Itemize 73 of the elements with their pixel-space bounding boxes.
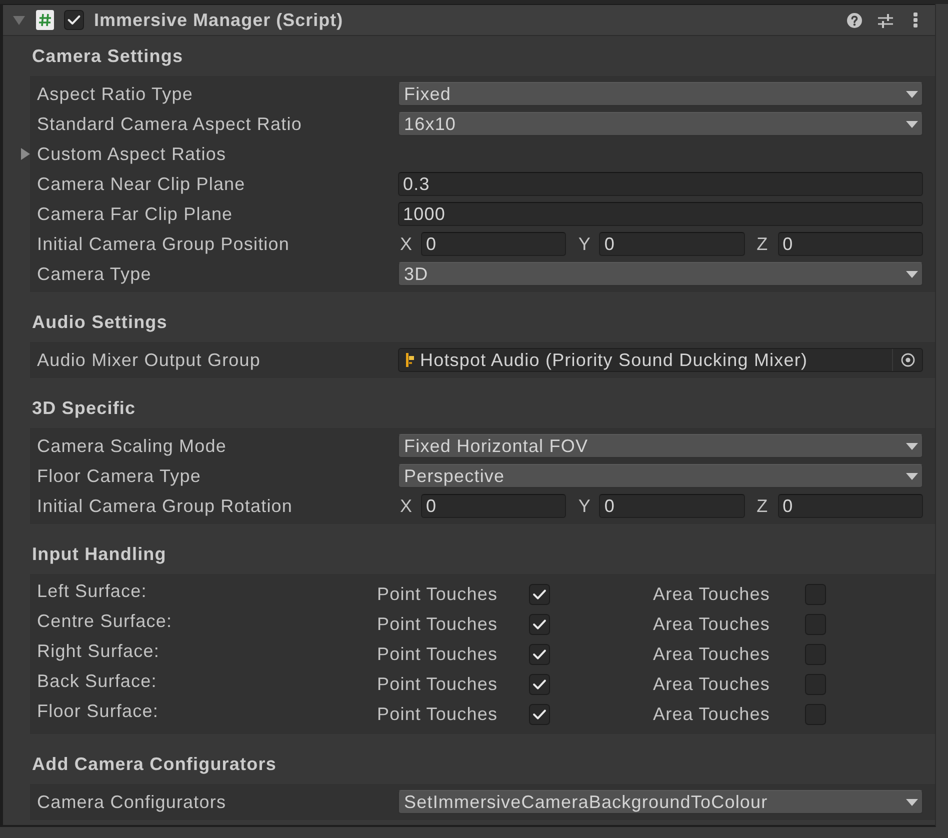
field-label: Initial Camera Group Position bbox=[37, 235, 291, 253]
vector-field[interactable]: 0 bbox=[421, 232, 566, 256]
field-label: Standard Camera Aspect Ratio bbox=[37, 115, 303, 133]
target-icon bbox=[900, 353, 914, 367]
caret-icon bbox=[906, 120, 918, 128]
axis-label: X bbox=[399, 235, 414, 253]
vector-field[interactable]: 0 bbox=[778, 494, 923, 518]
field-label: Initial Camera Group Rotation bbox=[37, 497, 294, 515]
field-label: Camera Far Clip Plane bbox=[37, 205, 234, 223]
dropdown[interactable]: Fixed Horizontal FOV bbox=[398, 434, 923, 458]
dropdown[interactable]: 3D bbox=[398, 262, 923, 286]
section-header: 3D Specific bbox=[31, 396, 137, 420]
field-label: Left Surface: bbox=[37, 582, 148, 600]
section-header: Add Camera Configurators bbox=[31, 752, 278, 776]
dropdown[interactable]: SetImmersiveCameraBackgroundToColour bbox=[398, 790, 923, 814]
axis-label: Z bbox=[756, 497, 770, 515]
section-header: Camera Settings bbox=[31, 44, 184, 68]
field-label: Floor Surface: bbox=[37, 702, 160, 720]
caret-icon bbox=[906, 472, 918, 480]
audio-mixer-icon bbox=[405, 352, 415, 368]
object-field[interactable]: Hotspot Audio (Priority Sound Ducking Mixer) bbox=[398, 348, 923, 372]
axis-label: Z bbox=[756, 235, 770, 253]
field-label: Centre Surface: bbox=[37, 612, 174, 630]
toggle-label: Point Touches bbox=[377, 705, 499, 723]
text-field[interactable]: 0.3 bbox=[398, 172, 923, 196]
checkbox[interactable] bbox=[529, 674, 550, 694]
axis-label: Y bbox=[577, 235, 592, 253]
toggle-label: Point Touches bbox=[377, 645, 499, 663]
caret-icon bbox=[906, 90, 918, 98]
vector-field[interactable]: 0 bbox=[778, 232, 923, 256]
checkbox[interactable] bbox=[529, 704, 550, 724]
text-field[interactable]: 1000 bbox=[398, 202, 923, 226]
toggle-label: Area Touches bbox=[653, 705, 771, 723]
field-label: Camera Near Clip Plane bbox=[37, 175, 246, 193]
dropdown[interactable]: Perspective bbox=[398, 464, 923, 488]
toggle-label: Point Touches bbox=[377, 585, 499, 603]
help-icon[interactable] bbox=[847, 12, 862, 28]
toggle-label: Area Touches bbox=[653, 645, 771, 663]
field-label: Camera Scaling Mode bbox=[37, 437, 228, 455]
field-label: Floor Camera Type bbox=[37, 467, 202, 485]
checkbox[interactable] bbox=[529, 644, 550, 664]
sliders-icon[interactable] bbox=[878, 12, 893, 28]
vector-field[interactable]: 0 bbox=[599, 494, 745, 518]
axis-label: Y bbox=[577, 497, 592, 515]
caret-icon bbox=[906, 798, 918, 806]
toggle-label: Area Touches bbox=[653, 675, 771, 693]
checkbox[interactable] bbox=[529, 614, 550, 634]
dropdown[interactable]: 16x10 bbox=[398, 112, 923, 136]
dropdown[interactable]: Fixed bbox=[398, 82, 923, 106]
foldout-label[interactable]: Custom Aspect Ratios bbox=[37, 145, 226, 163]
field-label: Camera Configurators bbox=[37, 793, 228, 811]
foldout-arrow-icon[interactable] bbox=[20, 148, 31, 160]
field-label: Audio Mixer Output Group bbox=[37, 351, 262, 369]
section-header: Audio Settings bbox=[31, 310, 168, 334]
checkbox[interactable] bbox=[529, 584, 550, 604]
field-label: Aspect Ratio Type bbox=[37, 85, 194, 103]
enable-checkbox[interactable] bbox=[64, 10, 84, 30]
vector-field[interactable]: 0 bbox=[421, 494, 566, 518]
toggle-label: Point Touches bbox=[377, 615, 499, 633]
toggle-label: Area Touches bbox=[653, 615, 771, 633]
toggle-label: Point Touches bbox=[377, 675, 499, 693]
caret-icon bbox=[906, 442, 918, 450]
toggle-label: Area Touches bbox=[653, 585, 771, 603]
kebab-menu-icon[interactable] bbox=[913, 12, 918, 28]
section-header: Input Handling bbox=[31, 542, 168, 566]
field-label: Right Surface: bbox=[37, 642, 160, 660]
field-label: Camera Type bbox=[37, 265, 152, 283]
vector-field[interactable]: 0 bbox=[599, 232, 745, 256]
script-icon bbox=[36, 10, 54, 30]
caret-icon bbox=[906, 270, 918, 278]
axis-label: X bbox=[399, 497, 414, 515]
component-title: Immersive Manager (Script) bbox=[94, 11, 344, 29]
field-label: Back Surface: bbox=[37, 672, 158, 690]
